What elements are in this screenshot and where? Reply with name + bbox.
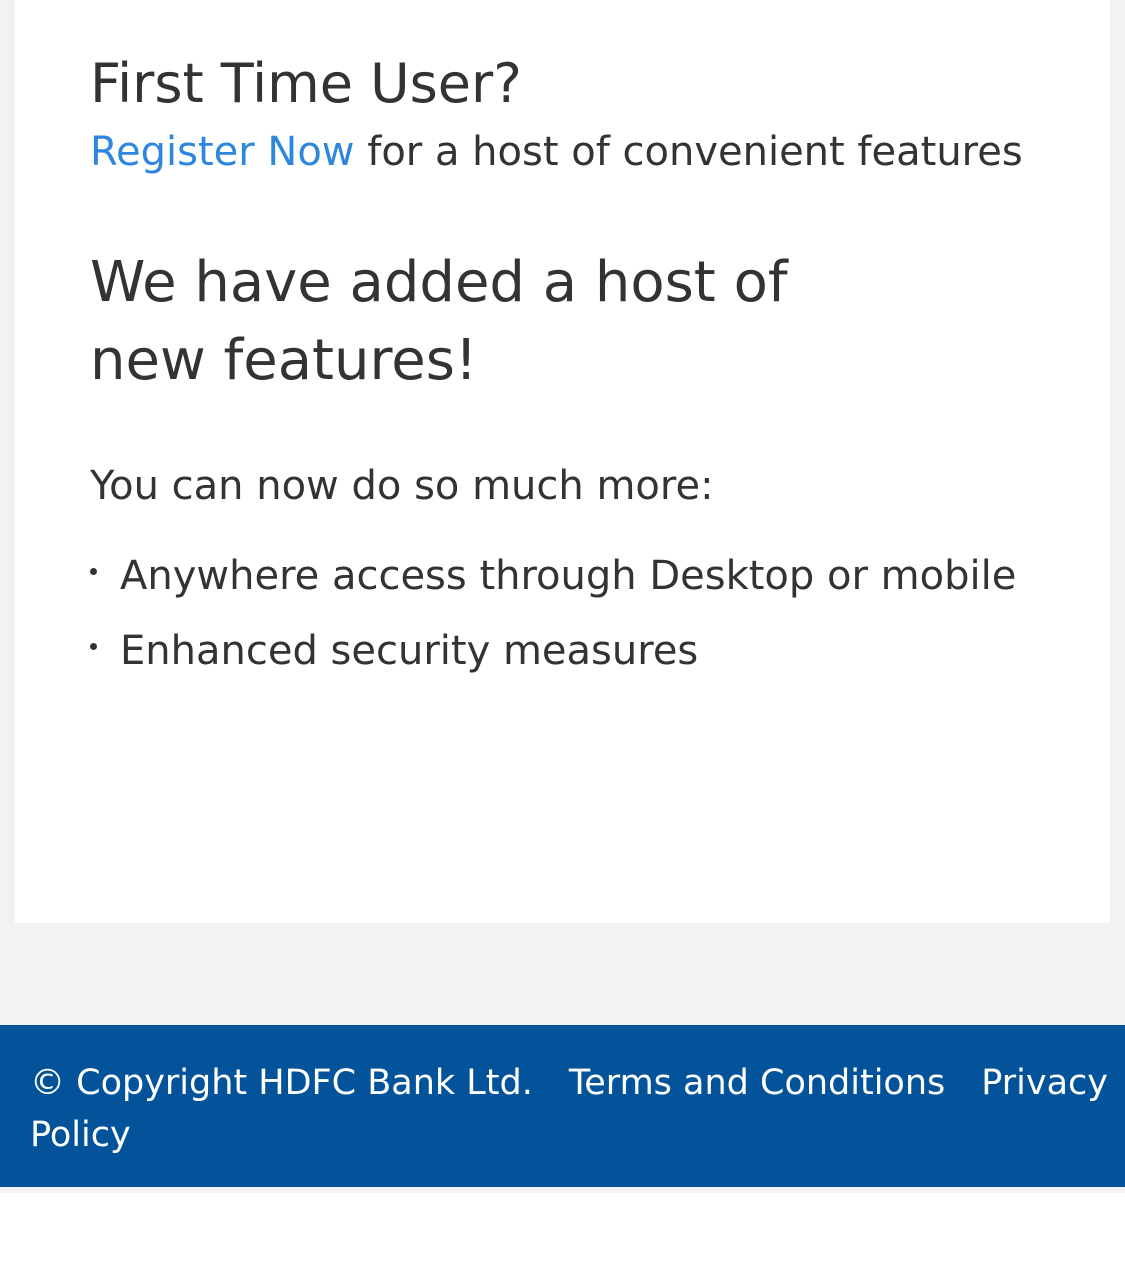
footer-links: © Copyright HDFC Bank Ltd. Terms and Cond… [30, 1057, 1110, 1161]
bullet-icon [90, 643, 97, 650]
page-bottom [0, 1193, 1125, 1269]
feature-item: Enhanced security measures [90, 625, 1016, 700]
feature-item: Anywhere access through Desktop or mobil… [90, 550, 1016, 625]
features-intro: You can now do so much more: [90, 463, 714, 509]
feature-list: Anywhere access through Desktop or mobil… [90, 550, 1016, 700]
feature-item-label: Anywhere access through Desktop or mobil… [120, 553, 1017, 599]
register-prompt: Register Now for a host of convenient fe… [90, 126, 1023, 178]
first-time-user-heading: First Time User? [90, 52, 522, 115]
terms-and-conditions-link[interactable]: Terms and Conditions [569, 1063, 945, 1103]
feature-item-label: Enhanced security measures [120, 628, 699, 674]
copyright-text: © Copyright HDFC Bank Ltd. [30, 1063, 533, 1103]
bullet-icon [90, 568, 97, 575]
register-prompt-text: for a host of convenient features [354, 129, 1023, 175]
footer: © Copyright HDFC Bank Ltd. Terms and Cond… [0, 1025, 1125, 1187]
features-card: First Time User? Register Now for a host… [15, 0, 1110, 923]
new-features-heading: We have added a host of new features! [90, 250, 788, 393]
register-now-link[interactable]: Register Now [90, 129, 355, 175]
